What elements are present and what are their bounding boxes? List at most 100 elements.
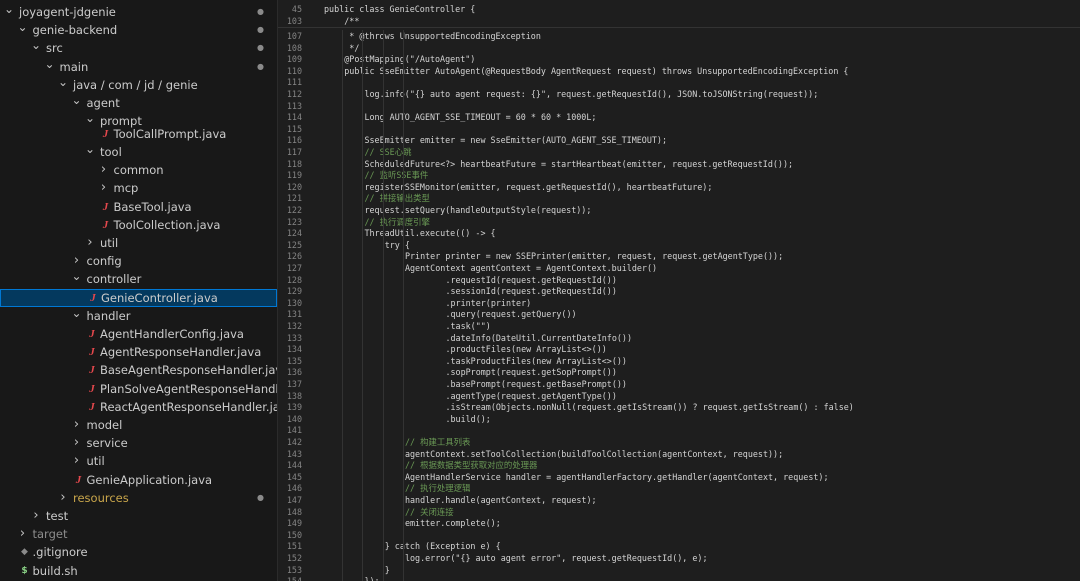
explorer-item[interactable]: ⌄ handler [0, 304, 277, 325]
chevron-right-icon[interactable]: › [85, 234, 95, 252]
chevron-right-icon[interactable]: › [72, 434, 82, 452]
explorer-item[interactable]: ⌄ tool [0, 140, 277, 161]
line-number: 152 [286, 553, 302, 563]
explorer-item[interactable]: ⌄ controller [0, 267, 277, 288]
chevron-right-icon[interactable]: › [99, 179, 109, 197]
explorer-item[interactable]: J BaseAgentResponseHandler.java [0, 361, 277, 379]
line-number: 143 [286, 448, 302, 459]
explorer-item-label: PlanSolveAgentResponseHandler.java [100, 381, 278, 396]
chevron-down-icon[interactable]: ⌄ [18, 18, 28, 36]
code-editor[interactable]: 45 public class GenieController {103 /** 10… [278, 0, 1080, 581]
java-file-icon: J [89, 382, 95, 395]
explorer-item[interactable]: › common [0, 161, 277, 179]
explorer-item[interactable]: › resources ● [0, 489, 277, 507]
explorer-item[interactable]: ⌄ joyagent-jdgenie ● [0, 0, 277, 21]
explorer-item-label: model [86, 417, 123, 432]
line-number: 127 [286, 263, 302, 273]
explorer-item-label: GenieApplication.java [86, 472, 213, 487]
explorer-item[interactable]: › util [0, 452, 277, 470]
chevron-down-icon[interactable]: ⌄ [58, 73, 68, 91]
explorer-item-label: BaseAgentResponseHandler.java [100, 363, 278, 378]
chevron-down-icon[interactable]: ⌄ [85, 140, 95, 158]
line-number: 147 [286, 495, 302, 505]
explorer-item-label: util [86, 454, 105, 469]
explorer-item[interactable]: ◆ .gitignore [0, 543, 277, 561]
line-number: 109 [286, 54, 302, 65]
chevron-down-icon[interactable]: ⌄ [31, 36, 41, 54]
line-number: 151 [286, 541, 302, 552]
chevron-right-icon[interactable]: › [99, 161, 109, 179]
explorer-item[interactable]: › test [0, 507, 277, 525]
explorer-item-label: util [100, 235, 119, 250]
explorer-item[interactable]: ⌄ src ● [0, 36, 277, 57]
code-text: ThreadUtil.execute(() -> { [364, 228, 496, 239]
code-text: log.error("{} auto agent error", request… [404, 553, 708, 563]
explorer-item[interactable]: ⌄ agent [0, 91, 277, 112]
explorer-item-label: tool [100, 144, 122, 159]
code-text: agentContext.setToolCollection(buildTool… [404, 448, 784, 459]
java-file-icon: J [90, 291, 96, 304]
explorer-item[interactable]: › util [0, 234, 277, 252]
explorer-item[interactable]: J ToolCollection.java [0, 216, 277, 234]
chevron-right-icon[interactable]: › [72, 452, 82, 470]
chevron-down-icon[interactable]: ⌄ [72, 91, 82, 109]
explorer-item-label: handler [86, 308, 131, 323]
line-number: 145 [286, 471, 302, 482]
explorer-item[interactable]: › target [0, 525, 277, 543]
code-text: ScheduledFuture<?> heartbeatFuture = sta… [364, 158, 794, 169]
chevron-down-icon[interactable]: ⌄ [72, 267, 82, 285]
modified-dot-icon: ● [257, 43, 264, 53]
code-text: AgentHandlerService handler = agentHandl… [404, 471, 829, 482]
chevron-down-icon[interactable]: ⌄ [85, 109, 95, 127]
explorer-item-label: service [86, 436, 128, 451]
explorer-item[interactable]: ⌄ main ● [0, 55, 277, 76]
line-number: 112 [286, 89, 302, 99]
chevron-right-icon[interactable]: › [58, 489, 68, 507]
explorer-item[interactable]: $ build.sh [0, 562, 277, 580]
line-number: 103 [286, 16, 302, 26]
explorer-item-label: AgentResponseHandler.java [100, 345, 262, 360]
chevron-down-icon[interactable]: ⌄ [4, 0, 14, 18]
modified-dot-icon: ● [257, 25, 264, 35]
code-text: emitter.complete(); [404, 518, 501, 529]
chevron-down-icon[interactable]: ⌄ [45, 55, 55, 73]
explorer-item[interactable]: J AgentHandlerConfig.java [0, 325, 277, 343]
code-text: .sopPrompt(request.getSopPrompt()) [445, 367, 617, 378]
explorer-item-label: BaseTool.java [113, 199, 192, 214]
java-file-icon: J [75, 473, 82, 486]
line-number: 124 [286, 228, 302, 239]
explorer-item[interactable]: J GenieApplication.java [0, 471, 277, 489]
explorer-item[interactable]: J BaseTool.java [0, 198, 277, 216]
code-text: public class GenieController { [324, 4, 476, 14]
explorer-item[interactable]: ⌄ genie-backend ● [0, 18, 277, 39]
indent-guide [342, 30, 344, 581]
explorer-item[interactable]: J AgentResponseHandler.java [0, 343, 277, 361]
shell-file-icon: $ [21, 565, 28, 576]
line-number: 135 [286, 355, 302, 366]
explorer-item[interactable]: J ReactAgentResponseHandler.java [0, 398, 277, 416]
line-number: 140 [286, 413, 302, 424]
explorer-item-label: test [46, 508, 69, 523]
code-text: .requestId(request.getRequestId()) [445, 274, 617, 285]
line-number: 132 [286, 321, 302, 331]
explorer-item[interactable]: J GenieController.java [0, 288, 277, 307]
line-number: 142 [286, 437, 302, 447]
chevron-down-icon[interactable]: ⌄ [72, 304, 82, 322]
line-number: 138 [286, 390, 302, 401]
code-text: Printer printer = new SSEPrinter(emitter… [404, 251, 784, 262]
chevron-right-icon[interactable]: › [31, 507, 41, 525]
explorer-item[interactable]: › mcp [0, 179, 277, 197]
explorer-item[interactable]: J PlanSolveAgentResponseHandler.java [0, 380, 277, 398]
explorer-item[interactable]: › service [0, 434, 277, 452]
line-number: 149 [286, 518, 302, 529]
explorer-item[interactable]: › model [0, 416, 277, 434]
explorer-item[interactable]: J ToolCallPrompt.java [0, 128, 277, 140]
explorer-item[interactable]: › config [0, 252, 277, 270]
line-number: 108 [286, 42, 302, 53]
explorer-item[interactable]: ⌄ java / com / jd / genie [0, 73, 277, 94]
code-comment: // SSE心跳 [364, 147, 412, 157]
chevron-right-icon[interactable]: › [72, 416, 82, 434]
line-number: 45 [291, 4, 302, 14]
chevron-right-icon[interactable]: › [18, 525, 28, 543]
code-comment: // 根据数据类型获取对应的处理器 [404, 460, 538, 471]
